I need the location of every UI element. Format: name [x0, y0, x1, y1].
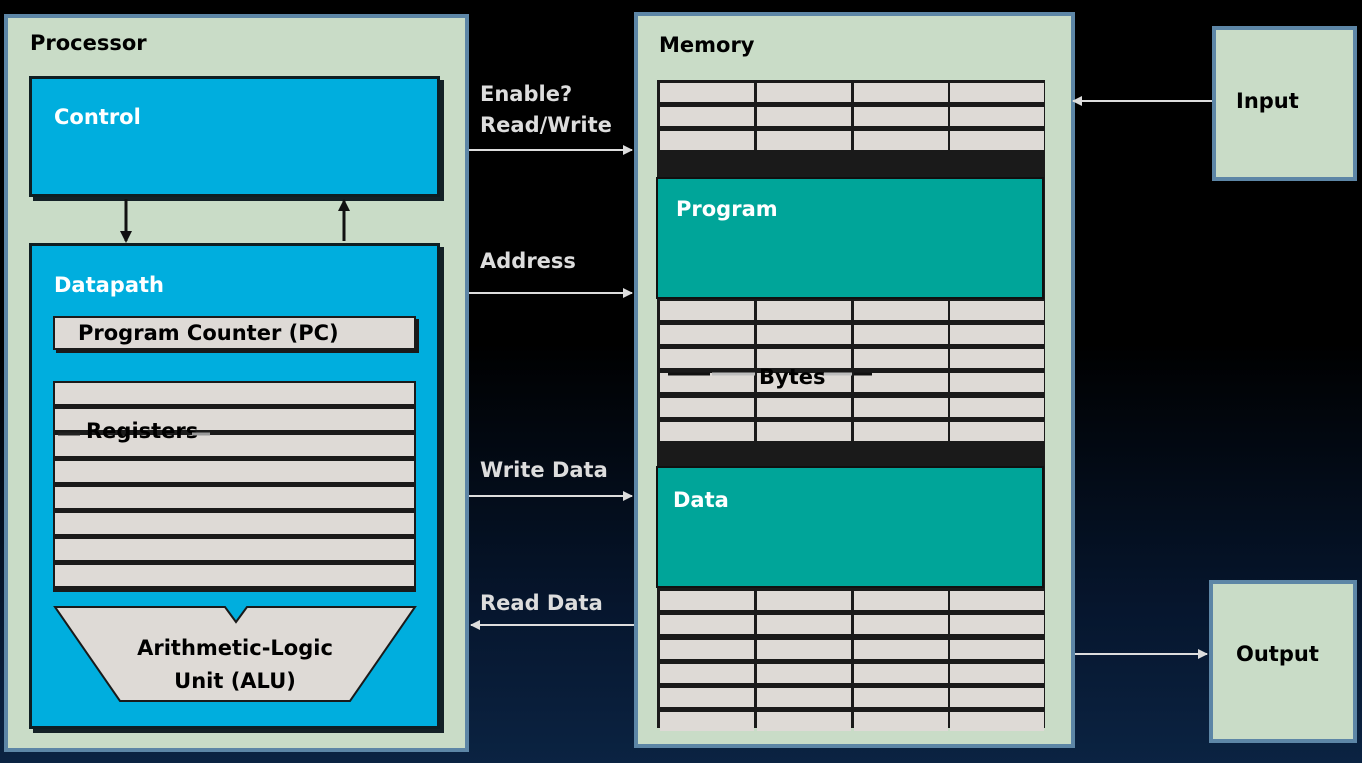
memory-byte-cell	[757, 421, 851, 441]
memory-byte-cell	[660, 83, 754, 102]
memory-byte-cell	[854, 591, 948, 611]
register-row	[55, 461, 414, 482]
memory-byte-cell	[950, 373, 1044, 393]
memory-byte-cell	[950, 349, 1044, 369]
memory-byte-cell	[660, 397, 754, 417]
memory-byte-cell	[854, 615, 948, 635]
memory-byte-cell	[950, 639, 1044, 659]
control-unit	[29, 76, 440, 197]
bytes-label: Bytes	[759, 365, 826, 389]
data-label: Data	[673, 488, 729, 512]
memory-byte-cell	[757, 325, 851, 344]
program-counter-label: Program Counter (PC)	[78, 321, 339, 345]
read-write-signal-label: Read/Write	[480, 113, 612, 137]
program-region	[656, 177, 1044, 299]
processor-title: Processor	[30, 31, 147, 55]
memory-byte-cell	[950, 615, 1044, 635]
memory-byte-cell	[660, 349, 754, 369]
memory-byte-cell	[950, 397, 1044, 417]
memory-byte-cell	[660, 615, 754, 635]
memory-byte-cell	[854, 712, 948, 732]
memory-byte-cell	[950, 712, 1044, 732]
memory-byte-cell	[757, 83, 851, 102]
memory-title: Memory	[659, 33, 755, 57]
memory-byte-cell	[757, 639, 851, 659]
memory-byte-cell	[757, 663, 851, 683]
memory-byte-cell	[660, 131, 754, 151]
memory-byte-cell	[660, 712, 754, 732]
memory-byte-cell	[854, 83, 948, 102]
memory-byte-cell	[660, 325, 754, 344]
memory-byte-cell	[950, 131, 1044, 151]
memory-byte-cell	[757, 615, 851, 635]
program-label: Program	[676, 197, 778, 221]
data-region	[656, 466, 1044, 588]
memory-byte-cell	[757, 712, 851, 732]
registers-label: Registers	[86, 419, 199, 443]
memory-byte-cell	[950, 663, 1044, 683]
enable-signal-label: Enable?	[480, 82, 573, 106]
memory-byte-cell	[950, 325, 1044, 344]
memory-byte-cell	[757, 591, 851, 611]
memory-byte-cell	[757, 397, 851, 417]
memory-byte-cell	[854, 397, 948, 417]
memory-byte-cell	[950, 688, 1044, 707]
memory-byte-cell	[854, 325, 948, 344]
memory-byte-cell	[660, 373, 754, 393]
memory-byte-cell	[854, 688, 948, 707]
memory-byte-cell	[950, 421, 1044, 441]
write-data-signal-label: Write Data	[480, 458, 608, 482]
control-label: Control	[54, 105, 141, 129]
register-row	[55, 565, 414, 586]
memory-byte-cell	[950, 83, 1044, 102]
memory-byte-cell	[660, 591, 754, 611]
read-data-signal-label: Read Data	[480, 591, 603, 615]
memory-byte-cell	[950, 107, 1044, 127]
memory-byte-cell	[854, 639, 948, 659]
memory-byte-cell	[757, 300, 851, 320]
memory-byte-cell	[950, 591, 1044, 611]
register-row	[55, 539, 414, 560]
memory-byte-cell	[660, 688, 754, 707]
register-row	[55, 383, 414, 404]
memory-byte-cell	[660, 107, 754, 127]
memory-byte-cell	[854, 349, 948, 369]
memory-byte-cell	[854, 421, 948, 441]
memory-byte-cell	[757, 131, 851, 151]
memory-byte-cell	[660, 421, 754, 441]
datapath-label: Datapath	[54, 273, 165, 297]
memory-byte-cell	[660, 300, 754, 320]
memory-byte-cell	[854, 663, 948, 683]
memory-byte-cell	[854, 300, 948, 320]
memory-byte-cell	[950, 300, 1044, 320]
memory-byte-cell	[757, 688, 851, 707]
output-label: Output	[1236, 642, 1319, 666]
input-label: Input	[1236, 89, 1299, 113]
register-row	[55, 513, 414, 534]
memory-byte-cell	[660, 639, 754, 659]
register-file	[53, 381, 416, 592]
memory-byte-cell	[854, 373, 948, 393]
address-signal-label: Address	[480, 249, 576, 273]
memory-byte-cell	[854, 107, 948, 127]
memory-byte-cell	[757, 107, 851, 127]
register-row	[55, 487, 414, 508]
memory-byte-cell	[854, 131, 948, 151]
memory-byte-cell	[660, 663, 754, 683]
